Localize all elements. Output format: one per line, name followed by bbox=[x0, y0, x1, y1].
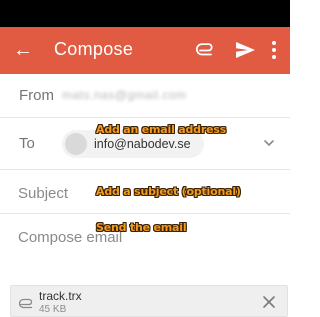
back-arrow-icon[interactable]: ← bbox=[12, 37, 34, 63]
paperclip-icon bbox=[19, 298, 33, 309]
more-vert-icon[interactable] bbox=[266, 38, 282, 62]
callout-add-email: Add an email address bbox=[96, 123, 227, 136]
chevron-down-icon[interactable] bbox=[262, 136, 276, 150]
page-title: Compose bbox=[54, 39, 134, 59]
close-icon[interactable] bbox=[261, 294, 277, 310]
callout-send-email: Send the email bbox=[96, 221, 187, 234]
attachment-size: 45 KB bbox=[39, 304, 67, 315]
to-label: To bbox=[19, 135, 35, 152]
recipient-email: info@nabodev.se bbox=[94, 137, 191, 151]
from-label: From bbox=[19, 87, 54, 104]
from-row: From mats.nas@gmail.com bbox=[0, 74, 290, 118]
paperclip-icon[interactable] bbox=[196, 39, 218, 61]
attachment-card[interactable]: track.trx 45 KB bbox=[10, 285, 288, 317]
send-icon[interactable] bbox=[234, 39, 256, 61]
callout-add-subject: Add a subject (optional) bbox=[96, 185, 241, 198]
attachment-name: track.trx bbox=[39, 289, 82, 303]
app-bar: ← Compose bbox=[0, 27, 290, 74]
status-bar bbox=[0, 0, 290, 27]
from-email-value[interactable]: mats.nas@gmail.com bbox=[62, 88, 187, 102]
avatar bbox=[65, 133, 87, 155]
